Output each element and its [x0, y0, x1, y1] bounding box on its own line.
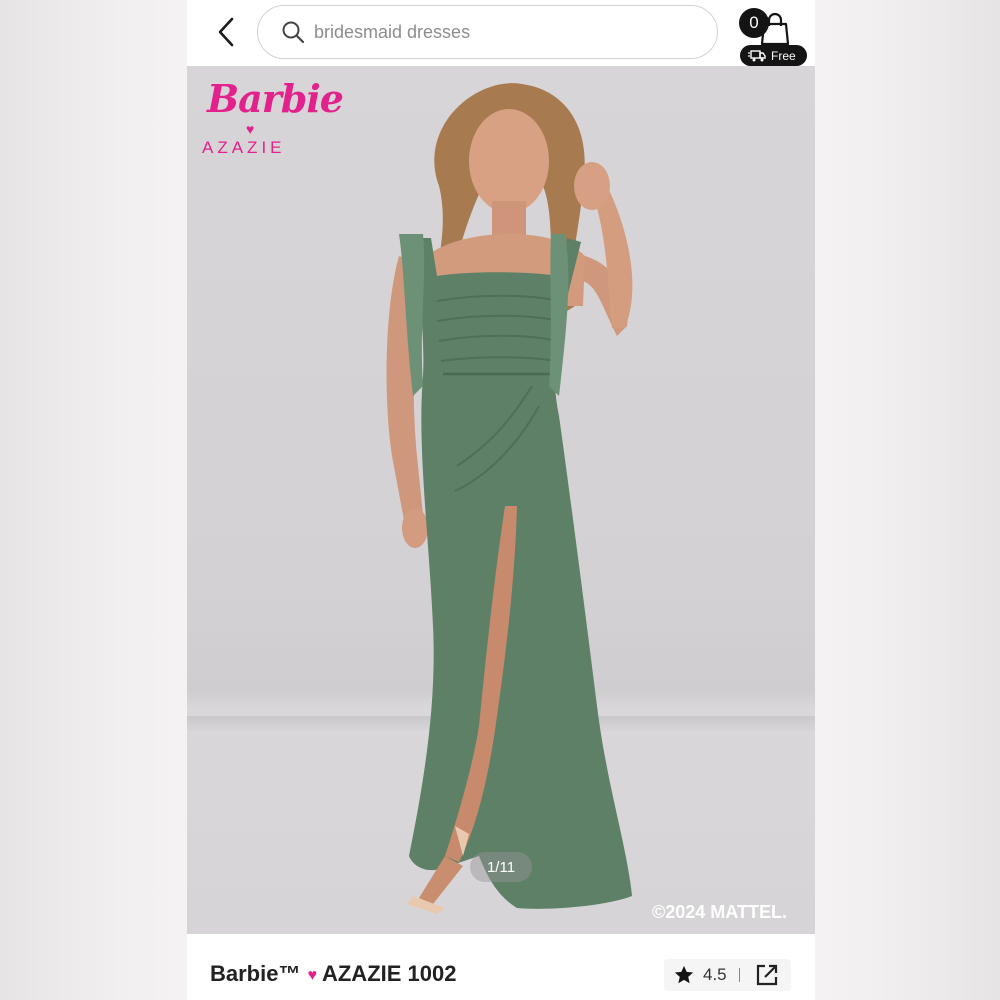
free-shipping-label: Free [771, 48, 796, 63]
product-image-carousel[interactable]: Barbie ♥ AZAZIE 1/11 ©2024 MATTEL. [187, 66, 815, 934]
product-photo [386, 83, 633, 914]
heart-icon: ♥ [307, 967, 317, 984]
image-counter: 1/11 [470, 852, 532, 882]
rating-bar: 4.5 [664, 959, 791, 991]
product-title-brand: Barbie™ [210, 961, 301, 986]
back-chevron-icon [218, 17, 234, 47]
brand-logo-azazie: AZAZIE [202, 138, 286, 157]
back-button[interactable] [209, 14, 243, 50]
cart-button[interactable]: 0 Free [738, 4, 812, 66]
brand-logo-barbie: Barbie [207, 76, 344, 121]
product-title: Barbie™ ♥ AZAZIE 1002 [210, 961, 456, 987]
delivery-truck-icon [748, 49, 766, 61]
product-page: bridesmaid dresses 0 Free Barbie ♥ AZAZI… [187, 0, 815, 1000]
brand-heart-icon: ♥ [246, 121, 255, 137]
search-input[interactable]: bridesmaid dresses [257, 5, 718, 59]
free-shipping-badge: Free [740, 45, 807, 66]
rating-value: 4.5 [703, 965, 727, 984]
top-bar: bridesmaid dresses 0 Free [187, 0, 815, 66]
star-icon [674, 965, 694, 984]
share-button[interactable] [754, 962, 780, 988]
product-title-name: AZAZIE 1002 [321, 961, 457, 986]
cart-count-badge: 0 [739, 8, 769, 38]
copyright-watermark: ©2024 MATTEL. [652, 902, 787, 922]
rating-divider [738, 968, 740, 982]
search-placeholder: bridesmaid dresses [314, 21, 471, 42]
search-icon [280, 19, 306, 45]
share-external-icon [756, 964, 777, 986]
product-info-row: Barbie™ ♥ AZAZIE 1002 4.5 [187, 934, 815, 1000]
